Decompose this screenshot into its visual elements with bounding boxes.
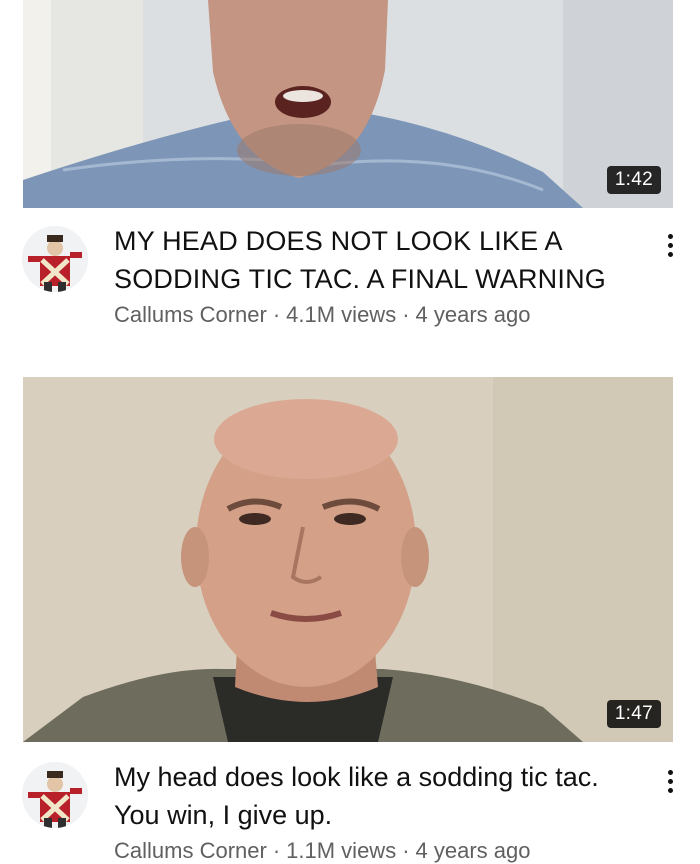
separator-dot: · bbox=[272, 838, 281, 863]
video-thumbnail[interactable]: 1:47 bbox=[23, 377, 673, 742]
video-title[interactable]: MY HEAD DOES NOT LOOK LIKE A SODDING TIC… bbox=[114, 222, 634, 298]
view-count: 1.1M views bbox=[286, 838, 397, 863]
channel-name[interactable]: Callums Corner bbox=[114, 838, 267, 863]
upload-age: 4 years ago bbox=[415, 838, 531, 863]
avatar-image bbox=[22, 762, 88, 828]
separator-dot: · bbox=[402, 838, 410, 863]
thumbnail-image bbox=[23, 377, 673, 742]
video-byline: Callums Corner · 4.1M views · 4 years ago bbox=[114, 302, 531, 328]
video-title[interactable]: My head does look like a sodding tic tac… bbox=[114, 758, 634, 834]
view-count: 4.1M views bbox=[286, 302, 397, 327]
video-duration-badge: 1:47 bbox=[606, 700, 661, 728]
video-thumbnail[interactable]: 1:42 bbox=[23, 0, 673, 208]
more-vert-icon[interactable] bbox=[660, 764, 680, 798]
channel-avatar[interactable] bbox=[22, 226, 88, 292]
video-byline: Callums Corner · 1.1M views · 4 years ago bbox=[114, 838, 531, 864]
channel-name[interactable]: Callums Corner bbox=[114, 302, 267, 327]
video-duration-badge: 1:42 bbox=[606, 166, 661, 194]
separator-dot: · bbox=[272, 302, 281, 327]
more-vert-icon[interactable] bbox=[660, 228, 680, 262]
avatar-image bbox=[22, 226, 88, 292]
channel-avatar[interactable] bbox=[22, 762, 88, 828]
upload-age: 4 years ago bbox=[415, 302, 531, 327]
thumbnail-image bbox=[23, 0, 673, 208]
separator-dot: · bbox=[402, 302, 410, 327]
